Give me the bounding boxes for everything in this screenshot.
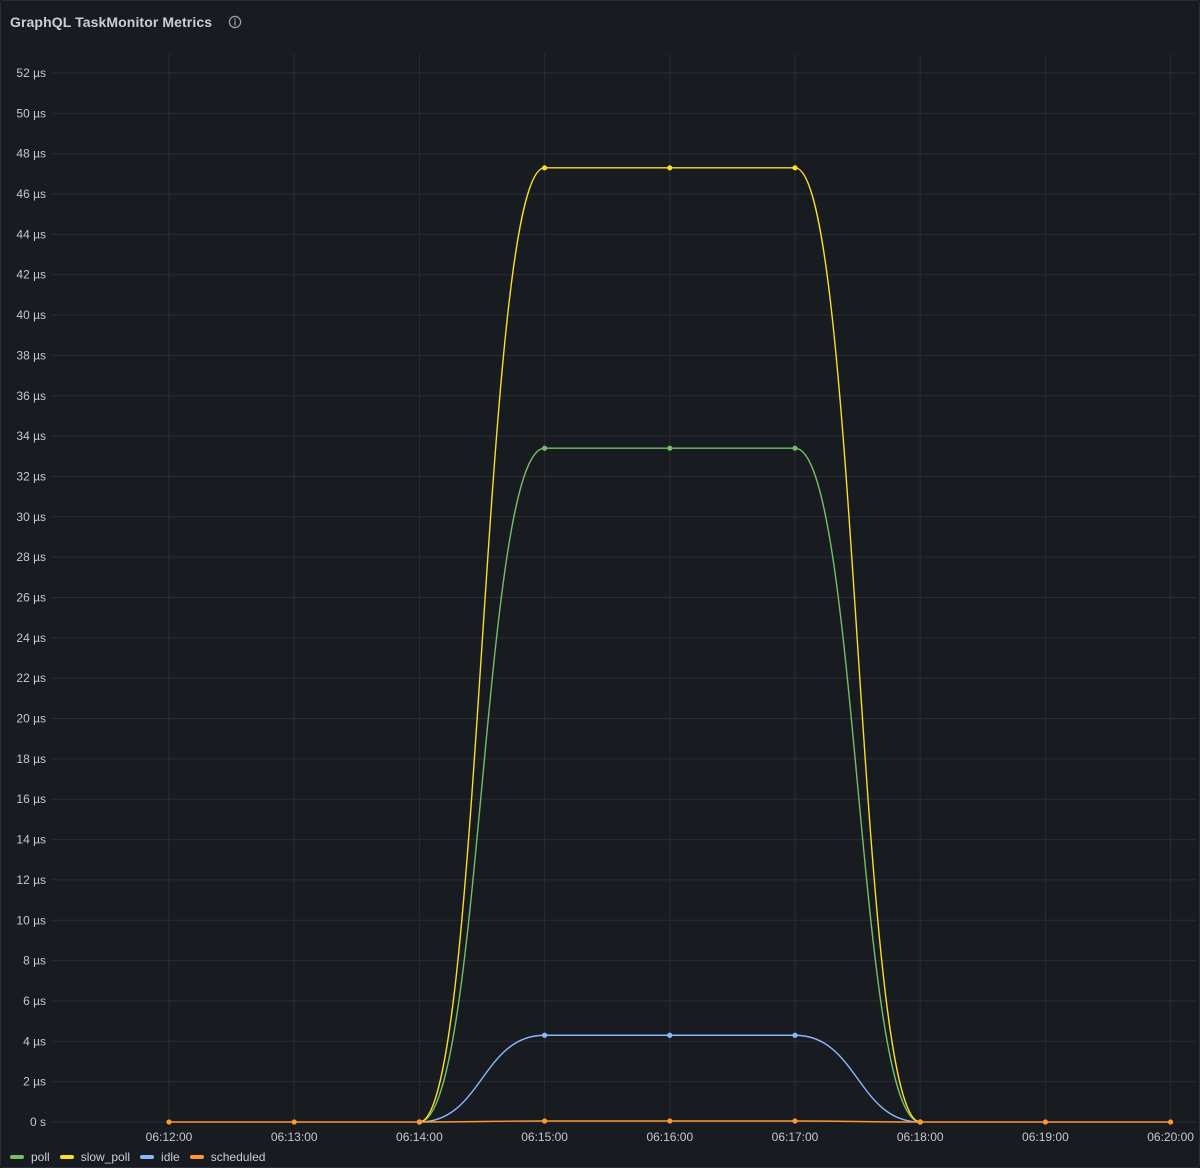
y-tick-label: 30 µs <box>16 510 46 524</box>
legend-swatch <box>59 1155 74 1159</box>
y-tick-label: 42 µs <box>16 268 46 282</box>
legend-label: scheduled <box>210 1150 266 1164</box>
line-chart: 0 s 2 µs 4 µs 6 µs 8 µs 10 µs 12 µs 14 µs 16 µs 1… <box>16 54 1196 1144</box>
x-tick-label: 06:12:00 <box>146 1130 193 1144</box>
legend-label: slow_poll <box>80 1150 131 1164</box>
legend-swatch <box>10 1155 24 1159</box>
x-axis: 06:12:00 06:13:00 06:14:00 06:15:00 06:16:00… <box>146 1130 1195 1144</box>
data-point-scheduled <box>416 1119 422 1125</box>
y-tick-label: 0 s <box>30 1115 46 1129</box>
y-tick-label: 38 µs <box>16 348 46 362</box>
legend-item-poll[interactable]: poll <box>10 1150 50 1164</box>
data-point-scheduled <box>1168 1119 1174 1125</box>
x-tick-label: 06:20:00 <box>1147 1130 1194 1144</box>
x-tick-label: 06:16:00 <box>646 1130 693 1144</box>
data-point-poll <box>542 445 548 451</box>
info-circle-icon[interactable] <box>228 15 242 29</box>
y-tick-label: 32 µs <box>16 469 46 483</box>
data-point-idle <box>542 1032 548 1038</box>
data-point-scheduled <box>1042 1119 1048 1125</box>
y-tick-label: 20 µs <box>16 712 46 726</box>
y-tick-label: 16 µs <box>16 792 46 806</box>
y-tick-label: 14 µs <box>16 833 46 847</box>
data-point-poll <box>667 445 673 451</box>
y-tick-label: 34 µs <box>16 429 46 443</box>
legend-label: poll <box>31 1150 50 1164</box>
legend-swatch <box>189 1155 204 1159</box>
data-point-poll <box>792 445 798 451</box>
y-tick-label: 12 µs <box>16 873 46 887</box>
legend-item-slow_poll[interactable]: slow_poll <box>59 1150 131 1164</box>
y-tick-label: 22 µs <box>16 671 46 685</box>
y-tick-label: 6 µs <box>23 994 46 1008</box>
y-tick-label: 50 µs <box>16 106 46 120</box>
data-point-scheduled <box>917 1119 923 1125</box>
data-point-scheduled <box>166 1119 172 1125</box>
y-tick-label: 44 µs <box>16 227 46 241</box>
legend-item-idle[interactable]: idle <box>140 1150 180 1164</box>
y-tick-label: 36 µs <box>16 389 46 403</box>
data-point-slow_poll <box>667 165 673 171</box>
x-tick-label: 06:19:00 <box>1022 1130 1069 1144</box>
chart-legend: poll slow_poll idle scheduled <box>10 1149 275 1165</box>
y-axis: 0 s 2 µs 4 µs 6 µs 8 µs 10 µs 12 µs 14 µs 16 µs 1… <box>16 66 46 1129</box>
grid-lines <box>52 54 1196 1123</box>
data-point-scheduled <box>542 1118 548 1124</box>
legend-item-scheduled[interactable]: scheduled <box>189 1150 266 1164</box>
data-point-scheduled <box>291 1119 297 1125</box>
y-tick-label: 52 µs <box>16 66 46 80</box>
panel-header: GraphQL TaskMonitor Metrics <box>10 12 242 32</box>
y-tick-label: 18 µs <box>16 752 46 766</box>
y-tick-label: 26 µs <box>16 591 46 605</box>
panel-title: GraphQL TaskMonitor Metrics <box>10 14 213 30</box>
y-tick-label: 10 µs <box>16 913 46 927</box>
x-tick-label: 06:18:00 <box>897 1130 944 1144</box>
x-tick-label: 06:14:00 <box>396 1130 443 1144</box>
y-tick-label: 46 µs <box>16 187 46 201</box>
data-point-idle <box>667 1032 673 1038</box>
y-tick-label: 8 µs <box>23 954 46 968</box>
y-tick-label: 2 µs <box>23 1075 46 1089</box>
data-point-scheduled <box>667 1118 673 1124</box>
data-point-slow_poll <box>542 165 548 171</box>
data-point-slow_poll <box>792 165 798 171</box>
y-tick-label: 28 µs <box>16 550 46 564</box>
legend-swatch <box>140 1155 155 1159</box>
y-tick-label: 4 µs <box>23 1034 46 1048</box>
y-tick-label: 40 µs <box>16 308 46 322</box>
x-tick-label: 06:13:00 <box>271 1130 318 1144</box>
x-tick-label: 06:15:00 <box>521 1130 568 1144</box>
data-point-scheduled <box>792 1118 798 1124</box>
y-tick-label: 48 µs <box>16 147 46 161</box>
y-tick-label: 24 µs <box>16 631 46 645</box>
x-tick-label: 06:17:00 <box>772 1130 819 1144</box>
data-point-idle <box>792 1032 798 1038</box>
legend-label: idle <box>161 1150 180 1164</box>
